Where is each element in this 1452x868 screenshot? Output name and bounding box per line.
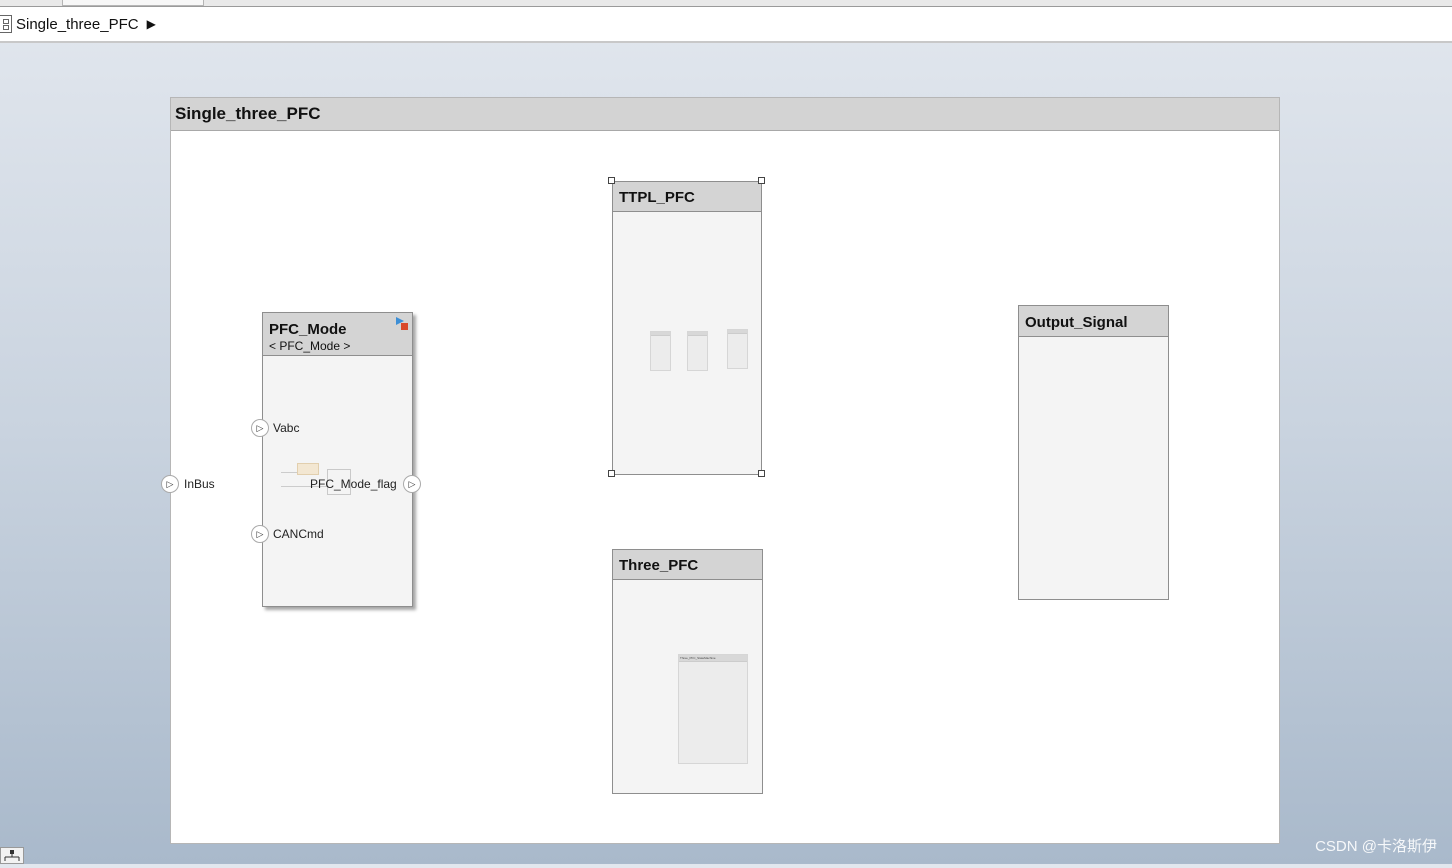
model-canvas[interactable]: Single_three_PFC ▷ InBus PFC_Mode < PFC_…: [161, 97, 1280, 844]
resize-handle-se[interactable]: [758, 470, 765, 477]
hierarchy-icon[interactable]: [0, 847, 24, 864]
pfc-mode-header: PFC_Mode < PFC_Mode >: [263, 313, 412, 356]
editor-tab[interactable]: [62, 0, 204, 6]
vabc-port-label: Vabc: [273, 421, 300, 435]
pfc-mode-title: PFC_Mode: [269, 321, 347, 338]
cancmd-port-icon[interactable]: ▷: [251, 525, 269, 543]
inport-icon[interactable]: ▷: [161, 475, 179, 493]
watermark: CSDN @卡洛斯伊: [1315, 838, 1437, 855]
inport-label: InBus: [184, 477, 215, 491]
pfc-mode-flag-port-icon[interactable]: ▷: [403, 475, 421, 493]
three-pfc-title: Three_PFC: [613, 550, 762, 580]
three-pfc-statemachine-preview: Three_PFC_StateMachine: [678, 654, 748, 764]
mini-block: [727, 329, 748, 369]
mini-block: [687, 331, 708, 371]
output-signal-block[interactable]: Output_Signal: [1018, 305, 1169, 600]
three-pfc-inner-title: Three_PFC_StateMachine: [680, 656, 716, 660]
resize-handle-ne[interactable]: [758, 177, 765, 184]
output-signal-title: Output_Signal: [1019, 306, 1168, 337]
mini-subsystem-icon: [297, 463, 319, 475]
vabc-port-icon[interactable]: ▷: [251, 419, 269, 437]
ttpl-pfc-title: TTPL_PFC: [613, 182, 761, 212]
resize-handle-nw[interactable]: [608, 177, 615, 184]
resize-handle-sw[interactable]: [608, 470, 615, 477]
mini-line: [281, 472, 297, 473]
tab-strip: [0, 0, 1452, 7]
breadcrumb-model-name[interactable]: Single_three_PFC: [16, 16, 139, 33]
model-title: Single_three_PFC: [171, 98, 1279, 131]
mini-block: [650, 331, 671, 371]
breadcrumb: Single_three_PFC ▶: [0, 7, 1452, 43]
pfc-mode-subtitle: < PFC_Mode >: [269, 339, 351, 353]
cancmd-port-label: CANCmd: [273, 527, 324, 541]
pfc-mode-flag-port-label: PFC_Mode_flag: [310, 477, 397, 491]
three-pfc-block[interactable]: Three_PFC Three_PFC_StateMachine: [612, 549, 763, 794]
model-reference-icon: [395, 316, 409, 330]
breadcrumb-arrow-icon[interactable]: ▶: [147, 17, 156, 31]
ttpl-pfc-block[interactable]: TTPL_PFC: [612, 181, 762, 475]
pfc-mode-block[interactable]: PFC_Mode < PFC_Mode >: [262, 312, 413, 607]
model-icon: [0, 15, 12, 33]
